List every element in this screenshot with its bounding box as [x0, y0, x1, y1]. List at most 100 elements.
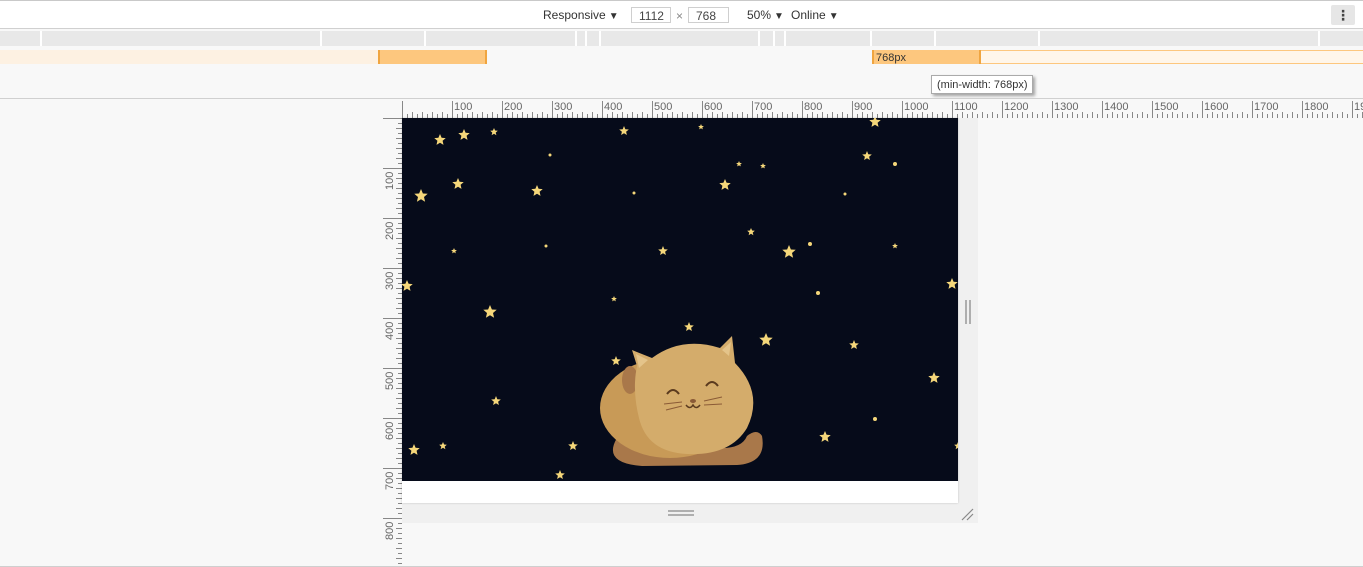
preset-divider	[758, 31, 760, 46]
night-sky-scene	[402, 118, 958, 481]
star-icon	[408, 444, 420, 455]
star-icon	[928, 372, 940, 383]
ruler-label: 700	[754, 101, 773, 113]
preset-divider	[40, 31, 42, 46]
star-icon	[819, 431, 831, 442]
star-icon	[862, 151, 872, 160]
ruler-label: 1200	[1004, 101, 1029, 113]
ruler-label: 19	[1354, 101, 1363, 113]
cat-head	[632, 336, 754, 455]
sleeping-cat	[600, 336, 763, 466]
star-icon	[782, 245, 796, 258]
width-input[interactable]: 1112	[631, 7, 671, 23]
star-icon	[816, 291, 820, 295]
star-icon	[808, 242, 812, 246]
star-icon	[619, 126, 629, 135]
vertical-ruler: 100 200 300 400 500 600 700 800	[383, 118, 402, 567]
height-input[interactable]: 768	[688, 7, 729, 23]
ruler-label: 1400	[1104, 101, 1129, 113]
star-icon	[611, 356, 621, 365]
horizontal-ruler: 100 200 300 400 500 600 700 800 900 1000 1100 1200 1…	[402, 101, 1363, 118]
bottom-resize-handle[interactable]	[668, 510, 694, 516]
preset-divider	[320, 31, 322, 46]
star-icon	[544, 244, 548, 248]
preset-divider	[585, 31, 587, 46]
star-icon	[719, 179, 731, 190]
star-icon	[483, 305, 497, 318]
device-select[interactable]: Responsive ▼	[543, 8, 619, 22]
preset-divider	[424, 31, 426, 46]
star-icon	[611, 296, 617, 302]
star-icon	[458, 129, 470, 140]
star-icon	[954, 442, 958, 450]
star-icon	[491, 396, 501, 405]
ruler-label: 600	[704, 101, 723, 113]
star-icon	[414, 189, 428, 202]
star-icon	[531, 185, 543, 196]
star-icon	[684, 322, 694, 331]
scene-graphic	[402, 118, 958, 479]
star-icon	[869, 118, 881, 127]
more-options-button[interactable]: ⋮	[1331, 5, 1355, 25]
device-toolbar: Responsive ▼ 1112 × 768 50% ▼ Online ▼ ⋮	[0, 0, 1363, 29]
zoom-select[interactable]: 50% ▼	[747, 8, 784, 22]
divider	[0, 98, 1363, 99]
star-icon	[451, 248, 457, 254]
star-icon	[760, 163, 766, 169]
star-icon	[893, 162, 897, 166]
media-query-marker[interactable]	[378, 50, 487, 64]
star-icon	[849, 340, 859, 349]
star-icon	[402, 280, 413, 291]
ruler-label: 1800	[1304, 101, 1329, 113]
caret-down-icon: ▼	[828, 11, 839, 22]
ruler-label: 400	[384, 321, 396, 340]
preset-divider	[1318, 31, 1320, 46]
preset-divider	[934, 31, 936, 46]
star-icon	[747, 228, 755, 236]
star-icon	[759, 333, 773, 346]
ruler-label: 200	[504, 101, 523, 113]
star-icon	[555, 470, 565, 479]
caret-down-icon: ▼	[608, 11, 619, 22]
media-query-bar[interactable]	[0, 50, 378, 64]
ruler-label: 500	[654, 101, 673, 113]
star-icon	[548, 153, 552, 157]
corner-resize-handle[interactable]	[960, 507, 974, 521]
preset-divider	[870, 31, 872, 46]
preset-divider	[773, 31, 775, 46]
star-icon	[439, 442, 447, 450]
ruler-label: 900	[854, 101, 873, 113]
star-icon	[946, 278, 958, 289]
ruler-label: 1000	[904, 101, 929, 113]
star-icon	[452, 178, 464, 189]
device-select-label: Responsive	[543, 8, 606, 22]
caret-down-icon: ▼	[774, 11, 784, 22]
dimension-separator: ×	[676, 9, 684, 23]
media-query-bar[interactable]	[981, 50, 1363, 64]
ruler-label: 300	[384, 271, 396, 290]
preset-divider	[1038, 31, 1040, 46]
preset-divider	[575, 31, 577, 46]
throttle-select-label: Online	[791, 8, 826, 22]
ruler-label: 100	[454, 101, 473, 113]
ruler-label: 700	[384, 471, 396, 490]
ruler-label: 1600	[1204, 101, 1229, 113]
device-preset-bar[interactable]	[0, 31, 1363, 46]
star-icon	[568, 441, 578, 450]
ruler-label: 100	[384, 171, 396, 190]
throttle-select[interactable]: Online ▼	[791, 8, 839, 22]
media-query-tooltip: (min-width: 768px)	[931, 75, 1034, 94]
ruler-label: 1500	[1154, 101, 1179, 113]
star-icon	[434, 134, 446, 145]
ruler-label: 1700	[1254, 101, 1279, 113]
star-icon	[736, 161, 742, 167]
ruler-label: 1300	[1054, 101, 1079, 113]
ruler-label: 500	[384, 371, 396, 390]
ruler-label: 800	[384, 521, 396, 540]
kebab-icon: ⋮	[1336, 7, 1350, 23]
star-icon	[892, 243, 898, 249]
star-icon	[698, 124, 704, 130]
right-resize-handle[interactable]	[965, 300, 971, 324]
star-icon	[658, 246, 668, 255]
star-icon	[843, 192, 847, 196]
